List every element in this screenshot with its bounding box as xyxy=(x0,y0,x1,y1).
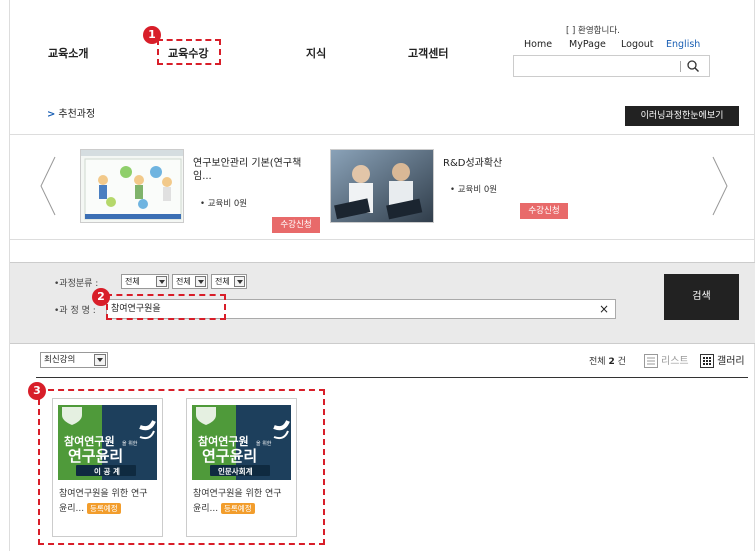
nav-knowledge[interactable]: 지식 xyxy=(306,45,326,61)
header: 교육소개 교육수강 지식 고객센터 [ ] 환영합니다. Home MyPage… xyxy=(10,0,755,90)
category-select-3[interactable]: 전체 xyxy=(211,274,247,289)
highlight-box-keyword xyxy=(106,294,226,320)
course-title-line2: 임... xyxy=(193,171,212,182)
recommend-title: > 추천과정 xyxy=(47,105,95,120)
category-select-1-value: 전체 xyxy=(125,277,140,286)
slider-prev-icon[interactable] xyxy=(38,155,58,217)
course-fee-security: • 교육비 0원 xyxy=(200,199,248,209)
course-title-line1: 연구보안관리 기본(연구책 xyxy=(193,158,302,169)
chevron-down-icon xyxy=(156,276,167,287)
slider-next-icon[interactable] xyxy=(710,155,730,217)
welcome-text: [ ] 환영합니다. xyxy=(566,26,620,36)
util-home-link[interactable]: Home xyxy=(524,39,552,50)
marker-badge-1: 1 xyxy=(143,26,161,44)
search-icon[interactable] xyxy=(686,59,700,73)
enroll-button-rnd[interactable]: 수강신청 xyxy=(520,203,568,219)
enroll-button-security[interactable]: 수강신청 xyxy=(272,217,320,233)
sort-select-value: 최신강의 xyxy=(44,355,76,365)
search-button[interactable]: 검색 xyxy=(664,274,739,320)
view-gallery-label: 갤러리 xyxy=(717,356,745,367)
course-thumbnail-rnd[interactable] xyxy=(330,149,434,223)
view-list-toggle[interactable]: 리스트 xyxy=(644,352,689,368)
chevron-down-icon xyxy=(234,276,245,287)
category-select-2[interactable]: 전체 xyxy=(172,274,208,289)
total-count-number: 2 xyxy=(608,357,615,367)
chevron-down-icon xyxy=(94,354,106,366)
course-thumbnail-security[interactable] xyxy=(80,149,184,223)
util-english-link[interactable]: English xyxy=(666,39,700,50)
highlight-box-results xyxy=(38,389,325,545)
util-logout-link[interactable]: Logout xyxy=(621,39,654,50)
course-fee-text: 교육비 0원 xyxy=(457,185,498,195)
search-divider xyxy=(680,61,681,72)
recommend-title-text: 추천과정 xyxy=(58,109,96,120)
nav-education-intro[interactable]: 교육소개 xyxy=(48,45,88,61)
highlight-box-nav xyxy=(157,39,221,65)
course-title-rnd[interactable]: R&D성과확산 xyxy=(443,157,502,170)
clear-icon[interactable]: × xyxy=(599,300,609,318)
view-list-label: 리스트 xyxy=(661,356,689,367)
category-select-1[interactable]: 전체 xyxy=(121,274,169,289)
list-divider xyxy=(36,377,748,378)
util-mypage-link[interactable]: MyPage xyxy=(569,39,606,50)
course-name-label: •과 정 명 : xyxy=(54,306,96,316)
sort-select[interactable]: 최신강의 xyxy=(40,352,108,368)
total-prefix: 전체 xyxy=(589,357,606,367)
elearning-overview-button[interactable]: 이러닝과정한눈에보기 xyxy=(625,106,739,126)
page-frame: 교육소개 교육수강 지식 고객센터 [ ] 환영합니다. Home MyPage… xyxy=(9,0,755,551)
recommend-arrow-icon: > xyxy=(47,109,56,120)
total-suffix: 건 xyxy=(617,357,626,367)
chevron-down-icon xyxy=(195,276,206,287)
grid-icon xyxy=(700,354,714,368)
course-title-security[interactable]: 연구보안관리 기본(연구책임... xyxy=(193,157,301,183)
list-icon xyxy=(644,354,658,368)
header-search-input[interactable] xyxy=(513,55,710,77)
course-fee-text: 교육비 0원 xyxy=(207,199,248,209)
marker-badge-3: 3 xyxy=(28,382,46,400)
marker-badge-2: 2 xyxy=(92,288,110,306)
recommend-slider: 연구보안관리 기본(연구책 임... • 교육비 0원 수강신청 R&D성과확산 … xyxy=(10,134,755,240)
category-label: •과정분류 : xyxy=(54,279,99,289)
view-gallery-toggle[interactable]: 갤러리 xyxy=(700,352,745,368)
category-select-3-value: 전체 xyxy=(215,277,230,286)
course-fee-rnd: • 교육비 0원 xyxy=(450,185,498,195)
category-select-2-value: 전체 xyxy=(176,277,191,286)
total-count: 전체 2 건 xyxy=(589,354,626,367)
nav-customer-center[interactable]: 고객센터 xyxy=(408,45,448,61)
